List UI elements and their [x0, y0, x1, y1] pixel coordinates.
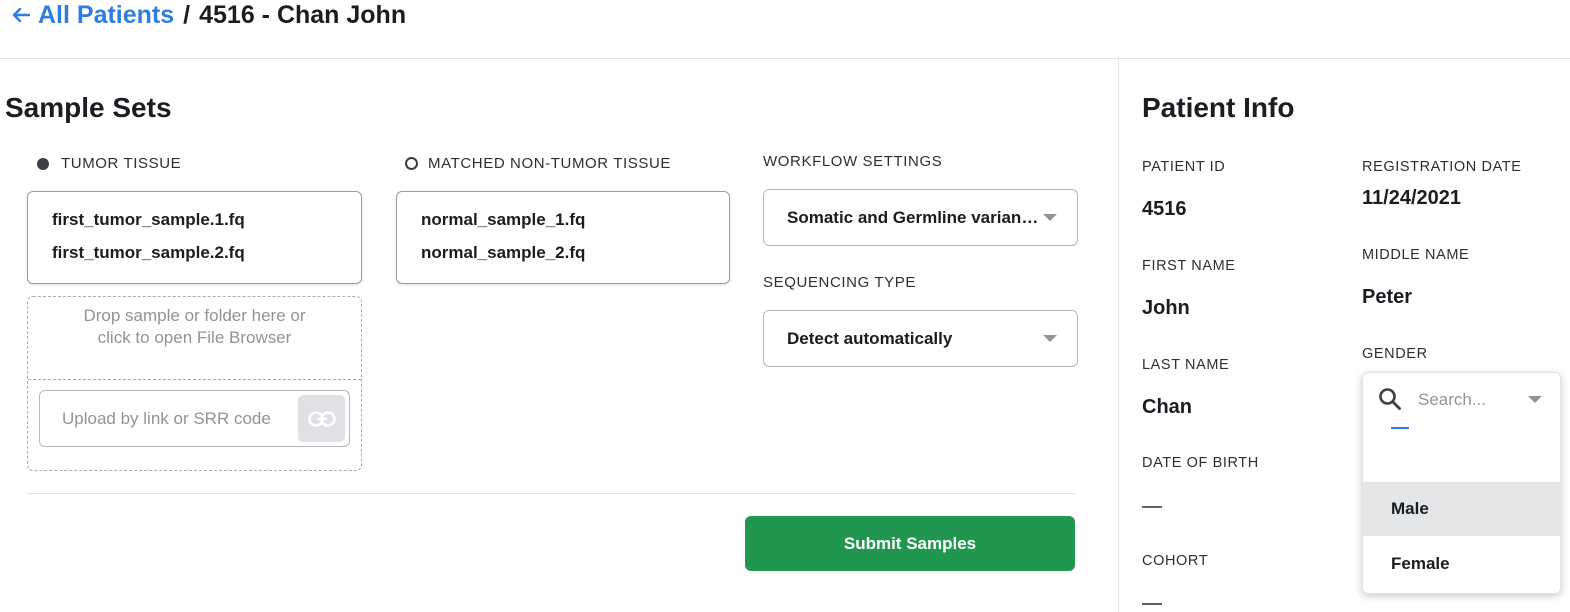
file-item: normal_sample_2.fq [421, 243, 586, 262]
tumor-file-list[interactable]: first_tumor_sample.1.fq first_tumor_samp… [27, 191, 362, 284]
radio-unselected-icon[interactable] [405, 157, 418, 170]
search-icon [1379, 388, 1401, 410]
section-divider [27, 493, 1075, 494]
gender-option-label: Male [1391, 499, 1429, 518]
first-name-value[interactable]: John [1142, 297, 1190, 320]
gender-search[interactable] [1363, 373, 1560, 427]
drop-zone-text-content: Drop sample or folder here or click to o… [83, 306, 306, 347]
submit-samples-button[interactable]: Submit Samples [745, 516, 1075, 571]
back-link-label[interactable]: All Patients [38, 1, 174, 30]
middle-name-value[interactable]: Peter [1362, 286, 1412, 309]
gender-option-female[interactable]: Female [1363, 537, 1560, 591]
patient-info-title: Patient Info [1142, 92, 1295, 123]
breadcrumb-separator: / [183, 0, 191, 29]
gender-dropdown[interactable]: Male Female [1362, 372, 1561, 594]
patient-id-label: PATIENT ID [1142, 159, 1226, 175]
empty-option-dash [1391, 427, 1409, 429]
breadcrumb-current: 4516 - Chan John [199, 0, 407, 29]
patient-info-panel: Patient Info PATIENT ID 4516 REGISTRATIO… [1120, 59, 1570, 612]
first-name-label: FIRST NAME [1142, 258, 1236, 274]
sample-sets-title: Sample Sets [5, 92, 172, 123]
breadcrumb: All Patients / 4516 - Chan John [12, 0, 406, 30]
back-link[interactable]: All Patients [12, 1, 174, 30]
file-item: first_tumor_sample.2.fq [52, 243, 245, 262]
patient-id-value: 4516 [1142, 198, 1187, 220]
gender-label: GENDER [1362, 346, 1428, 362]
gender-search-input[interactable] [1418, 373, 1523, 427]
registration-date-value: 11/24/2021 [1362, 187, 1461, 209]
last-name-value[interactable]: Chan [1142, 396, 1192, 419]
chevron-down-icon[interactable] [1528, 396, 1542, 403]
file-item: normal_sample_1.fq [421, 210, 586, 229]
tumor-tissue-label: TUMOR TISSUE [61, 155, 182, 172]
date-of-birth-label: DATE OF BIRTH [1142, 455, 1259, 471]
tumor-tissue-option[interactable]: TUMOR TISSUE [37, 155, 181, 172]
date-of-birth-empty-value[interactable] [1142, 506, 1162, 508]
workflow-settings-label: WORKFLOW SETTINGS [763, 153, 943, 170]
radio-selected-icon[interactable] [37, 157, 49, 170]
gender-option-label: Female [1391, 554, 1450, 573]
normal-tissue-option[interactable]: MATCHED NON-TUMOR TISSUE [405, 155, 671, 172]
upload-link-button[interactable] [298, 395, 345, 442]
file-drop-zone[interactable]: Drop sample or folder here or click to o… [27, 296, 362, 471]
upload-link-field[interactable] [39, 390, 350, 447]
normal-file-list[interactable]: normal_sample_1.fq normal_sample_2.fq [396, 191, 730, 284]
last-name-label: LAST NAME [1142, 357, 1230, 373]
chevron-down-icon [1043, 214, 1057, 221]
workflow-select-value: Somatic and Germline variant calling [787, 208, 1042, 227]
sequencing-type-select[interactable]: Detect automatically [763, 310, 1078, 367]
gender-option-none[interactable] [1363, 427, 1560, 481]
registration-date-label: REGISTRATION DATE [1362, 159, 1522, 175]
sequencing-type-label: SEQUENCING TYPE [763, 274, 916, 291]
cohort-label: COHORT [1142, 553, 1209, 569]
chevron-down-icon [1043, 335, 1057, 342]
middle-name-label: MIDDLE NAME [1362, 247, 1470, 263]
gender-option-male[interactable]: Male [1363, 482, 1560, 536]
drop-zone-divider [28, 379, 361, 380]
upload-link-input[interactable] [62, 391, 292, 446]
file-item: first_tumor_sample.1.fq [52, 210, 245, 229]
sample-sets-panel: Sample Sets TUMOR TISSUE first_tumor_sam… [0, 59, 1119, 612]
arrow-left-icon [12, 7, 30, 23]
workflow-select[interactable]: Somatic and Germline variant calling [763, 189, 1078, 246]
link-icon [307, 410, 336, 427]
page-header: All Patients / 4516 - Chan John [0, 0, 1570, 59]
drop-zone-text: Drop sample or folder here or click to o… [28, 305, 361, 349]
cohort-empty-value[interactable] [1142, 603, 1162, 605]
sequencing-type-value: Detect automatically [787, 329, 953, 348]
normal-tissue-label: MATCHED NON-TUMOR TISSUE [428, 155, 672, 172]
